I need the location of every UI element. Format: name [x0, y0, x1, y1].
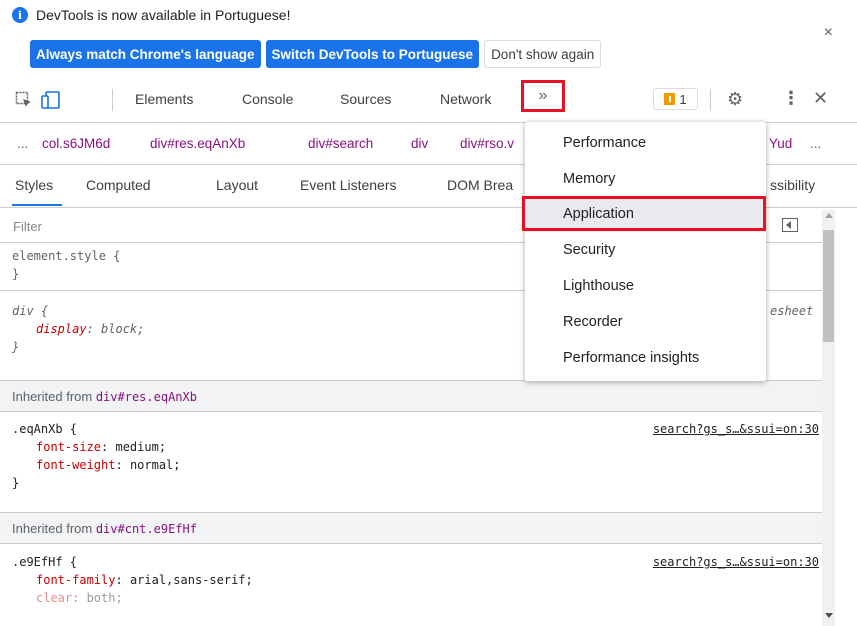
chevron-double-right-icon: » — [538, 87, 548, 104]
tab-dom-breakpoints[interactable]: DOM Brea — [447, 177, 513, 193]
scrollbar-thumb[interactable] — [823, 230, 834, 342]
more-tabs-button[interactable]: » — [521, 80, 565, 112]
source-link[interactable]: search?gs_s…&ssui=on:30 — [653, 555, 819, 569]
filter-input[interactable]: Filter — [13, 219, 42, 234]
css-declaration[interactable]: clear: both; — [36, 591, 123, 605]
inherited-label: Inherited from div#res.eqAnXb — [12, 389, 197, 404]
tab-elements[interactable]: Elements — [135, 91, 193, 107]
css-property: font-weight — [36, 458, 116, 472]
match-chrome-language-button[interactable]: Always match Chrome's language — [30, 40, 261, 68]
infobar-message: DevTools is now available in Portuguese! — [36, 7, 291, 23]
rule-close-brace: } — [12, 340, 20, 354]
tab-accessibility[interactable]: ssibility — [770, 177, 815, 193]
breadcrumb-ellipsis[interactable]: ... — [17, 136, 28, 151]
menu-item-performance-insights[interactable]: Performance insights — [525, 342, 766, 376]
menu-item-label: Performance insights — [563, 350, 700, 366]
css-declaration[interactable]: display: block; — [36, 322, 144, 336]
switch-to-portuguese-button[interactable]: Switch DevTools to Portuguese — [265, 40, 480, 68]
css-value: arial,sans-serif; — [129, 573, 253, 587]
menu-item-lighthouse[interactable]: Lighthouse — [525, 270, 766, 304]
menu-item-label: Recorder — [563, 314, 623, 330]
dont-show-again-button[interactable]: Don't show again — [484, 40, 602, 68]
menu-item-security[interactable]: Security — [525, 234, 766, 268]
toggle-sidebar-icon[interactable] — [782, 218, 798, 232]
tab-computed[interactable]: Computed — [86, 177, 151, 193]
infobar-buttons: Always match Chrome's language Switch De… — [30, 40, 602, 68]
inherited-header: Inherited from div#cnt.e9EfHf — [0, 512, 822, 544]
rule-close-brace: } — [12, 476, 20, 490]
tab-layout[interactable]: Layout — [216, 177, 258, 193]
breadcrumb-item[interactable]: div#rso.v — [460, 136, 514, 151]
breadcrumb-item[interactable]: div — [411, 136, 428, 151]
inherited-prefix: Inherited from — [12, 521, 96, 536]
menu-item-label: Security — [563, 242, 616, 258]
breadcrumb-ellipsis-right[interactable]: ... — [810, 136, 821, 151]
e9efhf-rule-selector[interactable]: .e9EfHf { — [12, 555, 77, 569]
css-value: medium; — [115, 440, 167, 454]
css-value: both; — [86, 591, 123, 605]
css-value: block; — [101, 322, 145, 336]
menu-item-label: Performance — [563, 135, 647, 151]
inherited-selector-link[interactable]: div#cnt.e9EfHf — [96, 522, 197, 536]
eqanxb-rule-selector[interactable]: .eqAnXb { — [12, 422, 77, 436]
tab-styles[interactable]: Styles — [15, 177, 53, 193]
more-options-kebab-icon[interactable]: ⋮ — [782, 88, 800, 108]
css-declaration[interactable]: font-weight: normal; — [36, 458, 181, 472]
breadcrumb-item[interactable]: Yud — [769, 136, 792, 151]
tab-network[interactable]: Network — [440, 91, 491, 107]
element-style-selector[interactable]: element.style { — [12, 249, 120, 263]
css-declaration[interactable]: font-family: arial,sans-serif; — [36, 573, 253, 587]
tab-console[interactable]: Console — [242, 91, 293, 107]
info-icon: i — [12, 7, 28, 23]
div-rule-selector[interactable]: div { — [12, 304, 48, 318]
more-tabs-menu: Performance Memory Application Security … — [525, 122, 766, 381]
device-toolbar-icon[interactable] — [41, 91, 61, 109]
toolbar-divider — [112, 89, 113, 111]
css-value: normal; — [129, 458, 181, 472]
menu-item-performance[interactable]: Performance — [525, 127, 766, 161]
css-property: display — [36, 322, 87, 336]
breadcrumb-item[interactable]: div#search — [308, 136, 373, 151]
inherited-prefix: Inherited from — [12, 389, 96, 404]
menu-item-label: Memory — [563, 171, 616, 187]
inherited-selector-link[interactable]: div#res.eqAnXb — [96, 390, 197, 404]
menu-item-memory[interactable]: Memory — [525, 163, 766, 197]
breadcrumb-item[interactable]: div#res.eqAnXb — [150, 136, 245, 151]
source-link[interactable]: search?gs_s…&ssui=on:30 — [653, 422, 819, 436]
issues-count: 1 — [679, 91, 687, 107]
inherited-label: Inherited from div#cnt.e9EfHf — [12, 521, 197, 536]
menu-item-label: Lighthouse — [563, 278, 634, 294]
close-devtools-icon[interactable]: ✕ — [813, 88, 828, 108]
application-highlight-box — [522, 196, 766, 231]
infobar-message-row: i DevTools is now available in Portugues… — [12, 7, 290, 23]
breadcrumb-item[interactable]: col.s6JM6d — [42, 136, 110, 151]
rule-close-brace: } — [12, 267, 20, 281]
scroll-up-arrow-icon[interactable] — [825, 213, 833, 218]
toolbar-divider-right — [710, 89, 711, 111]
language-infobar: i DevTools is now available in Portugues… — [0, 0, 857, 75]
active-tab-indicator — [12, 204, 62, 206]
css-property: font-family — [36, 573, 116, 587]
css-declaration[interactable]: font-size: medium; — [36, 440, 166, 454]
issues-badge[interactable]: 1 — [653, 88, 698, 110]
inspect-element-icon[interactable] — [15, 91, 33, 109]
infobar-close-icon[interactable]: × — [824, 24, 833, 42]
issue-flag-icon — [664, 93, 676, 105]
menu-item-recorder[interactable]: Recorder — [525, 306, 766, 340]
tab-sources[interactable]: Sources — [340, 91, 391, 107]
css-property: font-size — [36, 440, 102, 454]
settings-gear-icon[interactable]: ⚙ — [727, 90, 743, 108]
css-property: clear — [36, 591, 73, 605]
inherited-header: Inherited from div#res.eqAnXb — [0, 380, 822, 412]
user-agent-stylesheet-label: esheet — [770, 304, 814, 318]
tab-event-listeners[interactable]: Event Listeners — [300, 177, 397, 193]
scroll-down-arrow-icon[interactable] — [825, 613, 833, 618]
